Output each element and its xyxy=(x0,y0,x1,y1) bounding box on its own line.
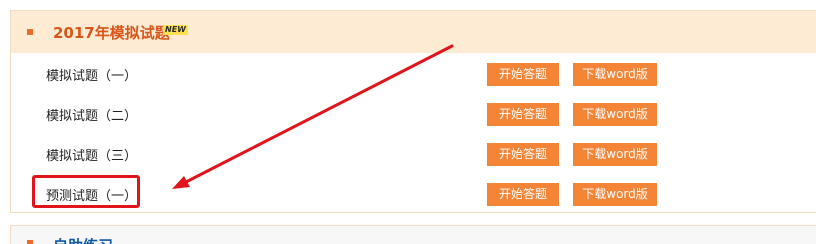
square-bullet-icon xyxy=(27,29,33,35)
practice-section-panel: 自助练习 xyxy=(10,225,816,244)
section-title: 2017年模拟试题 xyxy=(53,24,170,42)
exam-row: 模拟试题（一） 开始答题 下载word版 xyxy=(11,54,816,94)
download-word-button[interactable]: 下载word版 xyxy=(573,63,657,86)
section-header: 2017年模拟试题 NEW xyxy=(11,11,816,53)
start-exam-button[interactable]: 开始答题 xyxy=(487,183,559,206)
exam-page: 2017年模拟试题 NEW 模拟试题（一） 开始答题 下载word版 模拟试题（… xyxy=(0,0,816,244)
start-exam-button[interactable]: 开始答题 xyxy=(487,103,559,126)
exam-row: 模拟试题（三） 开始答题 下载word版 xyxy=(11,134,816,174)
download-word-button[interactable]: 下载word版 xyxy=(573,183,657,206)
download-word-button[interactable]: 下载word版 xyxy=(573,103,657,126)
download-word-button[interactable]: 下载word版 xyxy=(573,143,657,166)
exam-row: 模拟试题（二） 开始答题 下载word版 xyxy=(11,94,816,134)
start-exam-button[interactable]: 开始答题 xyxy=(487,63,559,86)
highlight-box xyxy=(32,175,140,208)
new-badge: NEW xyxy=(163,25,188,35)
start-exam-button[interactable]: 开始答题 xyxy=(487,143,559,166)
section-title: 自助练习 xyxy=(53,235,113,244)
exam-title: 模拟试题（二） xyxy=(46,109,138,124)
exam-title: 模拟试题（三） xyxy=(46,149,138,164)
exam-title: 模拟试题（一） xyxy=(46,69,138,84)
square-bullet-icon xyxy=(27,240,33,244)
